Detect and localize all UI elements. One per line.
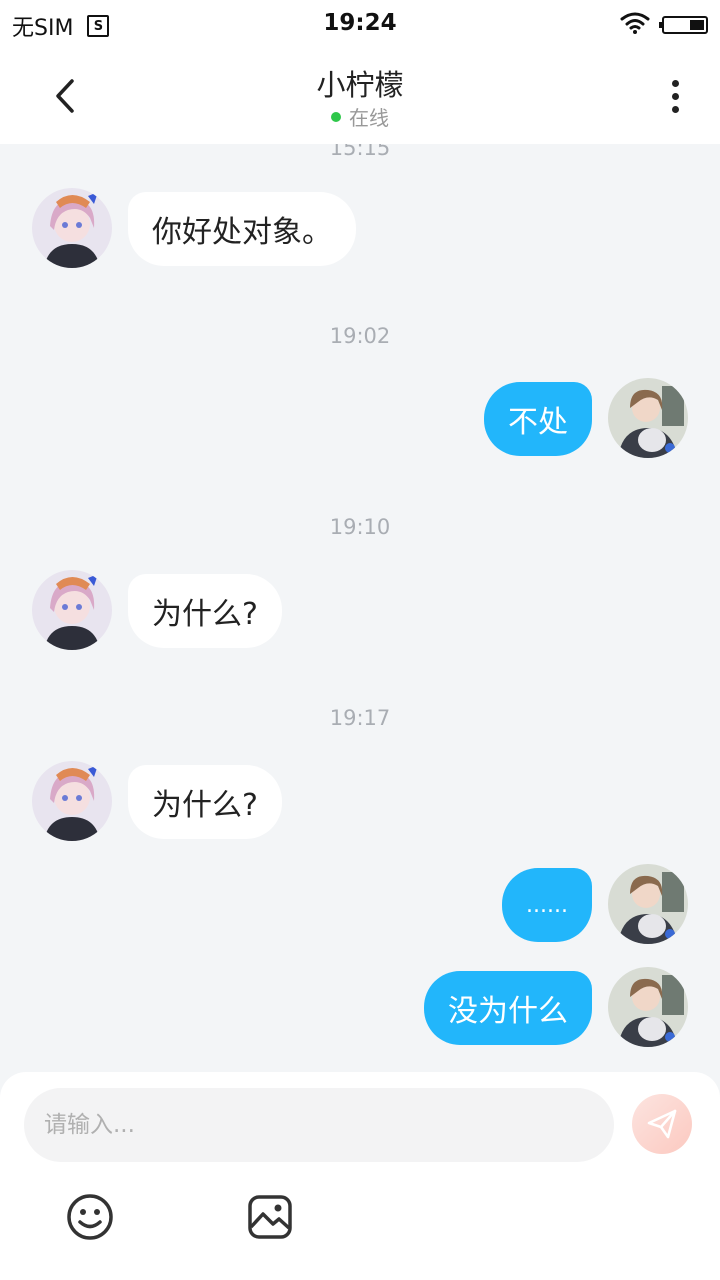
- paper-plane-icon: [647, 1109, 677, 1139]
- outgoing-message-bubble[interactable]: ......: [502, 868, 592, 942]
- presence-status: 在线: [0, 102, 720, 131]
- message-input[interactable]: [24, 1088, 614, 1162]
- message-row: 你好处对象。: [0, 188, 720, 268]
- message-row: ......: [0, 864, 720, 944]
- message-timestamp: 19:10: [329, 515, 391, 539]
- emoji-button[interactable]: [65, 1192, 115, 1242]
- more-dot-icon: [671, 92, 679, 100]
- more-dot-icon: [671, 79, 679, 87]
- presence-text: 在线: [349, 106, 389, 130]
- status-right: [620, 12, 708, 38]
- message-row: 为什么?: [0, 761, 720, 841]
- message-row: 不处: [0, 378, 720, 458]
- more-options-button[interactable]: [660, 74, 690, 118]
- chat-header: 小柠檬 在线: [0, 50, 720, 144]
- image-icon: [248, 1195, 292, 1239]
- contact-avatar[interactable]: [32, 570, 112, 650]
- wifi-icon: [620, 12, 650, 38]
- status-bar: 无SIM S 19:24: [0, 0, 720, 50]
- outgoing-message-bubble[interactable]: 不处: [484, 382, 592, 456]
- contact-name: 小柠檬: [316, 68, 404, 102]
- outgoing-message-bubble[interactable]: 没为什么: [424, 971, 592, 1045]
- contact-avatar[interactable]: [32, 188, 112, 268]
- my-avatar[interactable]: [608, 864, 688, 944]
- message-timestamp: 15:15: [329, 144, 391, 160]
- send-button[interactable]: [632, 1094, 692, 1154]
- more-dot-icon: [671, 105, 679, 113]
- incoming-message-bubble[interactable]: 为什么?: [128, 574, 282, 648]
- emoji-icon: [67, 1194, 113, 1240]
- message-timestamp: 19:02: [329, 324, 391, 348]
- incoming-message-bubble[interactable]: 你好处对象。: [128, 192, 356, 266]
- message-list[interactable]: 15:15 你好处对象。 19:02 不处 19:10 为什么? 19:17 为…: [0, 144, 720, 1072]
- message-row: 为什么?: [0, 570, 720, 650]
- my-avatar[interactable]: [608, 967, 688, 1047]
- battery-icon: [659, 16, 708, 34]
- incoming-message-bubble[interactable]: 为什么?: [128, 765, 282, 839]
- composer: [0, 1072, 720, 1280]
- message-row: 没为什么: [0, 967, 720, 1047]
- contact-avatar[interactable]: [32, 761, 112, 841]
- online-dot-icon: [331, 111, 341, 122]
- status-time: 19:24: [323, 10, 397, 36]
- message-timestamp: 19:17: [329, 706, 391, 730]
- my-avatar[interactable]: [608, 378, 688, 458]
- image-button[interactable]: [245, 1192, 295, 1242]
